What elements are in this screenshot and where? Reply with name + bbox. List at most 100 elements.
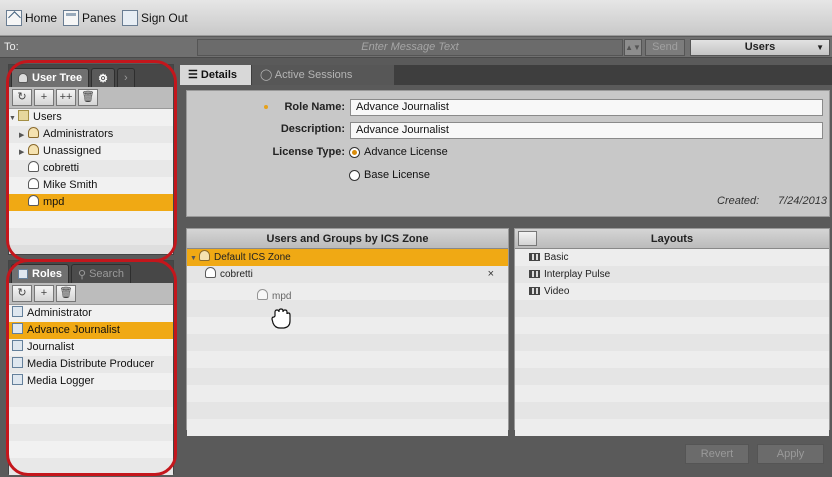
send-button[interactable]: Send [645, 39, 685, 56]
message-spin-button[interactable]: ▲▼ [624, 39, 642, 56]
layout-item-video[interactable]: Video [515, 283, 829, 300]
sign-out-button[interactable]: Sign Out [120, 6, 192, 30]
empty-row [187, 368, 508, 385]
role-name-input[interactable]: Advance Journalist [350, 99, 823, 116]
message-input[interactable]: Enter Message Text [197, 39, 623, 56]
add-group-button[interactable]: ++ [56, 89, 76, 106]
tree-item-label: cobretti [43, 162, 80, 174]
tree-item-label: Administrators [43, 128, 114, 140]
to-label: To: [4, 41, 19, 53]
layouts-list: Basic Interplay Pulse Video [515, 249, 829, 436]
tab-details[interactable]: ☰ Details [180, 65, 251, 85]
role-item-media-distribute-producer[interactable]: Media Distribute Producer [9, 356, 173, 373]
tab-user-tree[interactable]: User Tree [11, 68, 90, 87]
role-details-form: Role Name: Advance Journalist Descriptio… [186, 90, 830, 217]
license-base-radio[interactable] [349, 170, 360, 181]
expand-triangle-icon: ▼ [190, 255, 197, 262]
tab-search[interactable]: ⚲ Search [70, 264, 131, 283]
layouts-panel: Layouts Basic Interplay Pulse Video [514, 228, 830, 436]
ics-zone-title: Users and Groups by ICS Zone [187, 229, 508, 249]
tab-roles[interactable]: Roles [11, 264, 69, 283]
zone-member-cobretti[interactable]: cobretti × [187, 266, 508, 283]
empty-row [515, 368, 829, 385]
empty-row [515, 317, 829, 334]
tree-item-unassigned[interactable]: ▶ Unassigned [9, 143, 173, 160]
chevron-down-icon: ▼ [816, 43, 824, 52]
refresh-button[interactable]: ↻ [12, 89, 32, 106]
created-label: Created: [717, 195, 760, 207]
sign-out-label: Sign Out [141, 10, 188, 25]
layout-item-basic[interactable]: Basic [515, 249, 829, 266]
collapse-triangle-icon: ▶ [19, 132, 25, 139]
empty-row [187, 283, 508, 300]
sessions-icon: ◯ [260, 69, 273, 81]
apply-button[interactable]: Apply [757, 444, 824, 464]
delete-button[interactable]: 🗑 [56, 285, 76, 302]
tree-item-label: mpd [43, 196, 65, 208]
role-icon [12, 340, 23, 351]
expand-triangle-icon: ▼ [9, 115, 16, 122]
tree-item-administrators[interactable]: ▶ Administrators [9, 126, 173, 143]
tree-item-users[interactable]: ▼ Users [9, 109, 173, 126]
user-tree-panel: User Tree ⚙ › ↻ + ++ 🗑 ▼ Users ▶ Administr… [8, 64, 174, 255]
role-item-label: Administrator [27, 307, 92, 319]
role-item-label: Media Distribute Producer [27, 358, 155, 370]
role-item-journalist[interactable]: Journalist [9, 339, 173, 356]
hierarchy-icon: ⚙ [98, 72, 109, 85]
user-tree-toolbar: ↻ + ++ 🗑 [9, 87, 173, 109]
remove-member-button[interactable]: × [488, 266, 494, 283]
search-icon: ⚲ [77, 268, 87, 281]
description-label: Description: [280, 123, 345, 135]
add-role-button[interactable]: + [34, 285, 54, 302]
layout-item-label: Basic [544, 252, 569, 263]
empty-row [515, 300, 829, 317]
refresh-button[interactable]: ↻ [12, 285, 32, 302]
empty-row [515, 385, 829, 402]
add-user-button[interactable]: + [34, 89, 54, 106]
ics-zone-list: ▼ Default ICS Zone cobretti × [187, 249, 508, 436]
home-icon [6, 9, 22, 26]
role-icon [18, 269, 28, 279]
tab-overflow[interactable]: › [117, 68, 135, 87]
empty-row [9, 211, 173, 228]
layout-icon [529, 270, 540, 278]
roles-toolbar: ↻ + 🗑 [9, 283, 173, 305]
zone-item-default[interactable]: ▼ Default ICS Zone [187, 249, 508, 266]
message-bar: To: Enter Message Text ▲▼ Send Users ▼ [0, 37, 832, 58]
empty-row [187, 300, 508, 317]
license-base-label: Base License [364, 169, 431, 181]
layout-item-label: Interplay Pulse [544, 269, 611, 280]
tree-item-mpd[interactable]: mpd [9, 194, 173, 211]
revert-button[interactable]: Revert [685, 444, 749, 464]
user-icon [28, 195, 39, 206]
user-icon [257, 289, 268, 300]
role-item-advance-journalist[interactable]: Advance Journalist [9, 322, 173, 339]
panes-button[interactable]: Panes [61, 6, 120, 30]
role-item-label: Journalist [27, 341, 75, 353]
group-icon [28, 127, 39, 138]
license-advance-radio[interactable] [349, 147, 360, 158]
home-label: Home [25, 10, 58, 25]
layout-item-interplay-pulse[interactable]: Interplay Pulse [515, 266, 829, 283]
empty-row [187, 334, 508, 351]
tree-item-cobretti[interactable]: cobretti [9, 160, 173, 177]
tab-hierarchy[interactable]: ⚙ [91, 68, 116, 87]
empty-row [9, 441, 173, 458]
description-input[interactable]: Advance Journalist [350, 122, 823, 139]
edit-layouts-button[interactable] [518, 231, 537, 246]
layouts-header: Layouts [515, 229, 829, 249]
tree-item-mike-smith[interactable]: Mike Smith [9, 177, 173, 194]
home-button[interactable]: Home [4, 6, 61, 30]
tab-user-tree-label: User Tree [32, 72, 83, 84]
tab-search-label: Search [89, 268, 124, 280]
recipient-select-value: Users [744, 41, 776, 53]
role-item-media-logger[interactable]: Media Logger [9, 373, 173, 390]
empty-row [9, 458, 173, 475]
grab-hand-cursor-icon [271, 308, 291, 329]
tab-active-sessions-label: Active Sessions [274, 69, 353, 81]
recipient-select[interactable]: Users ▼ [690, 39, 830, 56]
delete-button[interactable]: 🗑 [78, 89, 98, 106]
tab-active-sessions[interactable]: ◯ Active Sessions [252, 65, 394, 85]
role-item-administrator[interactable]: Administrator [9, 305, 173, 322]
zone-member-label: cobretti [220, 269, 253, 280]
